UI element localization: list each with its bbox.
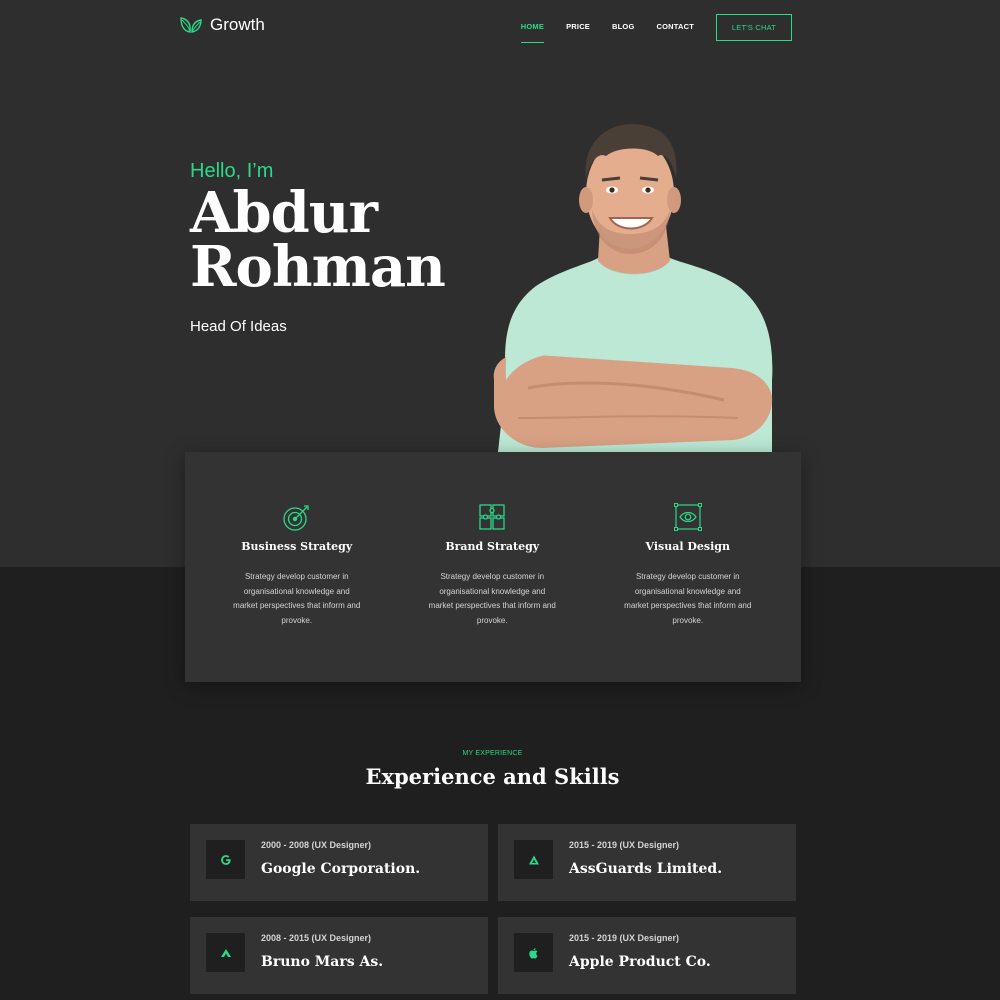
service-visual-design: Visual Design Strategy develop customer …	[590, 452, 786, 682]
company-logo	[514, 840, 553, 879]
hero-name-first: Abdur	[190, 180, 378, 246]
portrait-image	[493, 124, 773, 452]
site-logo[interactable]: Growth	[180, 14, 265, 36]
triangle-logo-icon	[528, 855, 539, 864]
experience-period: 2015 - 2019 (UX Designer)	[569, 933, 680, 943]
leaf-icon	[180, 17, 202, 33]
brand-name: Growth	[210, 15, 265, 34]
experience-card-google[interactable]: 2000 - 2008 (UX Designer) Google Corpora…	[190, 824, 488, 901]
service-title: Business Strategy	[241, 540, 353, 553]
eye-frame-icon	[673, 503, 702, 531]
service-title: Brand Strategy	[445, 540, 540, 553]
arrow-logo-icon	[220, 948, 231, 957]
nav-item-home[interactable]: HOME	[520, 13, 545, 43]
nav-item-price[interactable]: PRICE	[566, 13, 590, 41]
apple-icon	[528, 947, 537, 958]
experience-period: 2008 - 2015 (UX Designer)	[261, 933, 372, 943]
service-description: Strategy develop customer in organisatio…	[428, 572, 556, 625]
company-logo	[206, 840, 245, 879]
experience-card-assguards[interactable]: 2015 - 2019 (UX Designer) AssGuards Limi…	[498, 824, 796, 901]
service-business-strategy: Business Strategy Strategy develop custo…	[199, 452, 395, 682]
experience-company: Apple Product Co.	[569, 954, 711, 970]
google-icon	[220, 854, 231, 865]
hero-role: Head Of Ideas	[190, 318, 287, 335]
experience-company: Bruno Mars As.	[261, 954, 384, 970]
lets-chat-button[interactable]: LET'S CHAT	[716, 13, 792, 41]
experience-period: 2015 - 2019 (UX Designer)	[569, 840, 680, 850]
company-logo	[206, 933, 245, 972]
nav-item-contact[interactable]: CONTACT	[656, 13, 694, 41]
hero-name: Abdur Rohman	[190, 180, 446, 300]
service-description: Strategy develop customer in organisatio…	[624, 572, 752, 625]
company-logo	[514, 933, 553, 972]
services-card: Business Strategy Strategy develop custo…	[185, 452, 801, 682]
main-nav: HOME PRICE BLOG CONTACT LET'S CHAT	[520, 13, 792, 43]
experience-period: 2000 - 2008 (UX Designer)	[261, 840, 372, 850]
service-title: Visual Design	[645, 540, 730, 553]
experience-company: AssGuards Limited.	[569, 861, 723, 877]
puzzle-icon	[479, 504, 505, 530]
experience-card-bruno-mars[interactable]: 2008 - 2015 (UX Designer) Bruno Mars As.	[190, 917, 488, 994]
service-brand-strategy: Brand Strategy Strategy develop customer…	[395, 452, 591, 682]
experience-card-apple[interactable]: 2015 - 2019 (UX Designer) Apple Product …	[498, 917, 796, 994]
service-description: Strategy develop customer in organisatio…	[233, 572, 361, 625]
experience-eyebrow: MY EXPERIENCE	[462, 750, 523, 757]
hero-name-last: Rohman	[190, 234, 446, 300]
nav-item-blog[interactable]: BLOG	[612, 13, 634, 41]
experience-company: Google Corporation.	[261, 861, 421, 877]
experience-heading: Experience and Skills	[365, 764, 620, 789]
target-icon	[283, 505, 309, 531]
